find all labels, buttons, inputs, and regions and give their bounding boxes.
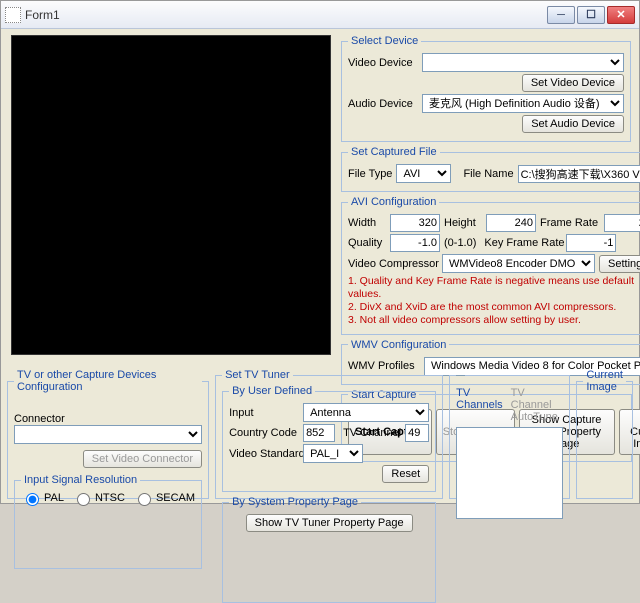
tv-channels-legend xyxy=(456,369,465,381)
window-title: Form1 xyxy=(25,8,60,22)
select-device-group: Select Device Video Device Set Video Dev… xyxy=(341,35,631,142)
select-device-legend: Select Device xyxy=(348,35,421,47)
set-captured-file-legend: Set Captured File xyxy=(348,146,440,158)
tv-devices-config-legend: TV or other Capture Devices Configuratio… xyxy=(14,369,202,393)
tv-channel-autotune-tab[interactable]: TV Channel AutoTune xyxy=(511,387,564,423)
tv-devices-config-group: TV or other Capture Devices Configuratio… xyxy=(7,369,209,499)
tv-channels-tab[interactable]: TV Channels xyxy=(456,387,502,423)
height-label: Height xyxy=(444,217,482,229)
by-user-defined-legend: By User Defined xyxy=(229,385,315,397)
video-compressor-select[interactable]: WMVideo8 Encoder DMO xyxy=(442,254,595,273)
set-audio-device-button[interactable]: Set Audio Device xyxy=(522,115,624,133)
quality-input[interactable] xyxy=(390,234,440,252)
video-device-select[interactable] xyxy=(422,53,624,72)
avi-config-group: AVI Configuration Width Height Frame Rat… xyxy=(341,196,640,335)
frame-rate-input[interactable] xyxy=(604,214,640,232)
wmv-config-legend: WMV Configuration xyxy=(348,339,449,351)
app-icon xyxy=(5,7,21,23)
connector-label: Connector xyxy=(14,413,202,425)
by-system-prop-group: By System Property Page Show TV Tuner Pr… xyxy=(222,496,436,603)
current-image-group: Current Image xyxy=(576,369,633,499)
avi-note-3: 3. Not all video compressors allow setti… xyxy=(348,314,640,327)
file-type-select[interactable]: AVI xyxy=(396,164,451,183)
set-video-connector-button[interactable]: Set Video Connector xyxy=(83,450,202,468)
key-frame-rate-input[interactable] xyxy=(566,234,616,252)
quality-label: Quality xyxy=(348,237,386,249)
avi-setting-button[interactable]: Setting... xyxy=(599,255,640,273)
reset-button[interactable]: Reset xyxy=(382,465,429,483)
audio-device-select[interactable]: 麦克风 (High Definition Audio 设备) xyxy=(422,94,624,113)
video-device-label: Video Device xyxy=(348,57,418,69)
width-input[interactable] xyxy=(390,214,440,232)
video-compressor-label: Video Compressor xyxy=(348,258,438,270)
minimize-icon: ─ xyxy=(557,9,565,21)
tuner-input-label: Input xyxy=(229,407,299,419)
height-input[interactable] xyxy=(486,214,536,232)
key-frame-rate-label: Key Frame Rate xyxy=(484,237,562,249)
file-name-label: File Name xyxy=(463,168,513,180)
country-code-label: Country Code xyxy=(229,427,299,439)
maximize-button[interactable]: ☐ xyxy=(577,6,605,24)
avi-config-legend: AVI Configuration xyxy=(348,196,439,208)
video-standard-select[interactable]: PAL_I xyxy=(303,444,363,463)
set-tv-tuner-legend: Set TV Tuner xyxy=(222,369,293,381)
video-preview xyxy=(11,35,331,355)
country-code-input[interactable] xyxy=(303,424,335,442)
show-tv-tuner-page-button[interactable]: Show TV Tuner Property Page xyxy=(246,514,413,532)
set-video-device-button[interactable]: Set Video Device xyxy=(522,74,624,92)
video-standard-label: Video Standard xyxy=(229,448,299,460)
connector-select[interactable] xyxy=(14,425,202,444)
close-button[interactable]: ✕ xyxy=(607,6,635,24)
tv-channels-list[interactable] xyxy=(456,427,563,519)
main-window: Form1 ─ ☐ ✕ Select Device Video Device S… xyxy=(0,0,640,504)
by-user-defined-group: By User Defined Input Antenna Country Cod… xyxy=(222,385,436,492)
current-image-legend: Current Image xyxy=(583,369,626,393)
tv-channel-label: TV Channel xyxy=(343,427,401,439)
input-signal-res-legend: Input Signal Resolution xyxy=(21,474,140,486)
maximize-icon: ☐ xyxy=(586,8,596,21)
file-type-label: File Type xyxy=(348,168,392,180)
input-signal-res-group: Input Signal Resolution PAL NTSC SECAM xyxy=(14,474,202,569)
tuner-input-select[interactable]: Antenna xyxy=(303,403,429,422)
frame-rate-label: Frame Rate xyxy=(540,217,600,229)
by-system-prop-legend: By System Property Page xyxy=(229,496,361,508)
quality-range-label: (0-1.0) xyxy=(444,237,476,249)
tv-channel-input[interactable] xyxy=(405,424,429,442)
set-tv-tuner-group: Set TV Tuner By User Defined Input Antenn… xyxy=(215,369,443,499)
audio-device-label: Audio Device xyxy=(348,98,418,110)
avi-note-1: 1. Quality and Key Frame Rate is negativ… xyxy=(348,275,640,301)
close-icon: ✕ xyxy=(616,8,625,21)
width-label: Width xyxy=(348,217,386,229)
tv-channels-group: TV Channels TV Channel AutoTune xyxy=(449,369,570,499)
titlebar: Form1 ─ ☐ ✕ xyxy=(1,1,639,29)
file-name-input[interactable] xyxy=(518,165,640,183)
minimize-button[interactable]: ─ xyxy=(547,6,575,24)
avi-note-2: 2. DivX and XviD are the most common AVI… xyxy=(348,301,640,314)
set-captured-file-group: Set Captured File File Type AVI File Nam… xyxy=(341,146,640,192)
